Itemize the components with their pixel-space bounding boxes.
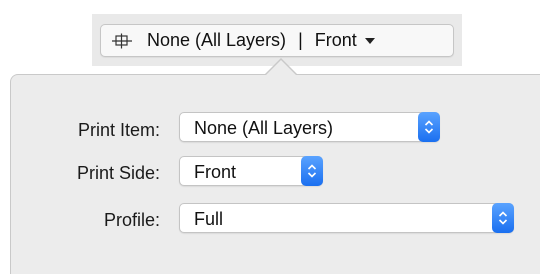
profile-popup[interactable]: Full [179, 203, 514, 233]
toolbar-separator: | [298, 30, 303, 50]
profile-value: Full [194, 209, 224, 229]
toolbar-side-label: Front [314, 30, 357, 50]
toolbar-item-label: None (All Layers) [147, 30, 287, 50]
up-down-chevrons-icon [418, 112, 440, 142]
print-options-toolbar-button[interactable]: None (All Layers) | Front [100, 24, 454, 57]
chevron-down-icon [364, 37, 375, 44]
print-layers-icon [111, 33, 133, 49]
print-side-popup[interactable]: Front [179, 156, 323, 186]
popover-arrow-fill [265, 60, 297, 76]
profile-label: Profile: [103, 210, 160, 230]
print-item-value: None (All Layers) [194, 118, 334, 138]
print-side-value: Front [194, 162, 237, 182]
print-item-popup[interactable]: None (All Layers) [179, 112, 440, 142]
print-side-label: Print Side: [76, 163, 160, 183]
up-down-chevrons-icon [301, 156, 323, 186]
up-down-chevrons-icon [492, 203, 514, 233]
print-item-label: Print Item: [77, 120, 160, 140]
